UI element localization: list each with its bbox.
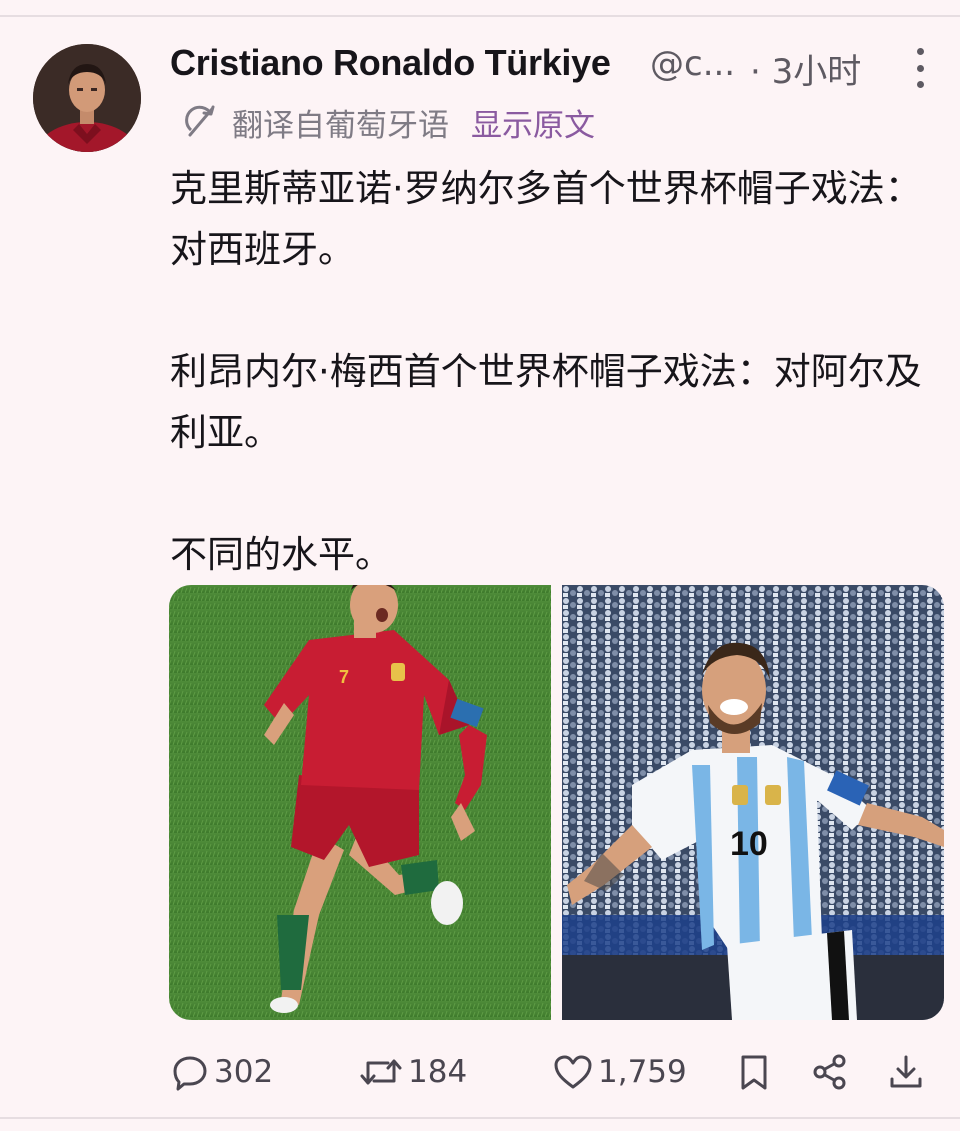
post-text-line: 利昂内尔·梅西首个世界杯帽子戏法：对阿尔及利亚。 — [170, 350, 922, 454]
post-text-line: 克里斯蒂亚诺·罗纳尔多首个世界杯帽子戏法：对西班牙。 — [170, 167, 922, 271]
repost-icon — [358, 1052, 404, 1092]
translation-label: 翻译自葡萄牙语 — [232, 107, 449, 144]
heart-icon — [552, 1052, 594, 1092]
post-header: Cristiano Ronaldo Türkiye @c... · 3小时 — [170, 40, 950, 93]
repost-button[interactable]: 184 — [358, 1046, 467, 1098]
translate-icon — [182, 103, 220, 141]
show-original-link[interactable]: 显示原文 — [471, 100, 595, 145]
post-timestamp[interactable]: · 3小时 — [750, 44, 861, 93]
bottom-divider — [0, 1117, 960, 1119]
download-icon — [886, 1052, 926, 1092]
svg-text:10: 10 — [730, 825, 768, 863]
translation-row: 翻译自葡萄牙语 显示原文 — [182, 100, 595, 144]
avatar[interactable] — [33, 44, 141, 152]
bookmark-icon — [736, 1052, 772, 1092]
reply-count: 302 — [214, 1054, 274, 1090]
repost-count: 184 — [408, 1054, 468, 1090]
share-icon — [810, 1052, 850, 1092]
display-name[interactable]: Cristiano Ronaldo Türkiye — [170, 42, 611, 84]
download-button[interactable] — [886, 1046, 926, 1098]
like-button[interactable]: 1,759 — [552, 1046, 687, 1098]
more-vertical-icon[interactable] — [908, 48, 932, 88]
bookmark-button[interactable] — [736, 1046, 772, 1098]
post-text: 克里斯蒂亚诺·罗纳尔多首个世界杯帽子戏法：对西班牙。 利昂内尔·梅西首个世界杯帽… — [170, 158, 930, 585]
media-image-messi[interactable]: 10 — [562, 585, 944, 1020]
share-button[interactable] — [810, 1046, 850, 1098]
reply-button[interactable]: 302 — [170, 1046, 273, 1098]
top-divider — [0, 15, 960, 17]
user-handle[interactable]: @c... — [650, 44, 735, 84]
reply-icon — [170, 1052, 210, 1092]
media-image-ronaldo[interactable]: 7 — [169, 585, 551, 1020]
like-count: 1,759 — [598, 1054, 687, 1090]
svg-text:7: 7 — [339, 667, 349, 687]
post-text-line: 不同的水平。 — [170, 533, 392, 576]
action-bar: 302 184 1,759 — [0, 1046, 960, 1098]
